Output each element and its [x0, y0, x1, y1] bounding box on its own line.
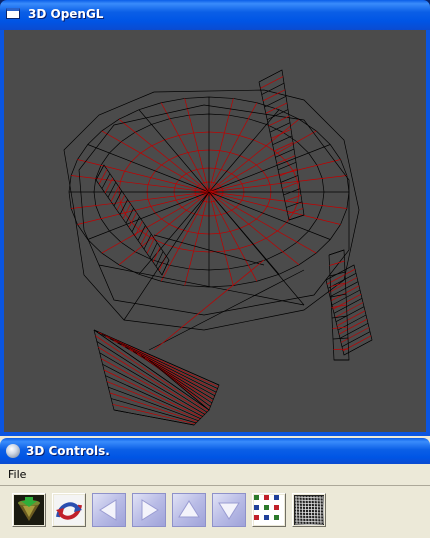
controls-title-bar[interactable]: 3D Controls.: [0, 438, 430, 464]
arrow-left-icon: [99, 499, 117, 521]
rotate-mode-button[interactable]: [52, 493, 86, 527]
move-left-button[interactable]: [92, 493, 126, 527]
rotate-mode-icon: [54, 495, 84, 525]
wireframe-button[interactable]: [292, 493, 326, 527]
move-down-button[interactable]: [212, 493, 246, 527]
controls-title: 3D Controls.: [26, 444, 110, 458]
arrow-down-icon: [218, 502, 240, 520]
title-bar[interactable]: 3D OpenGL: [0, 0, 430, 30]
render-mode-button[interactable]: [12, 493, 46, 527]
arrow-right-icon: [141, 499, 159, 521]
wireframe-grid-icon: [294, 495, 324, 525]
opengl-window: 3D OpenGL: [0, 0, 430, 436]
move-up-button[interactable]: [172, 493, 206, 527]
sphere-icon: [6, 444, 20, 458]
arrow-up-icon: [178, 500, 200, 518]
menu-separator: [0, 485, 430, 486]
window-frame-bottom: [0, 432, 430, 436]
window-frame-right: [426, 30, 430, 436]
window-title: 3D OpenGL: [28, 7, 104, 21]
render-mode-icon: [14, 495, 44, 525]
move-right-button[interactable]: [132, 493, 166, 527]
wireframe-model: [63, 69, 373, 426]
texture-checker-icon: [254, 495, 284, 525]
toolbar: [0, 487, 430, 537]
menu-bar: File: [0, 466, 430, 484]
texture-button[interactable]: [252, 493, 286, 527]
menu-file[interactable]: File: [8, 468, 26, 481]
controls-window: 3D Controls. File: [0, 438, 430, 538]
window-icon: [6, 8, 20, 19]
opengl-viewport[interactable]: [4, 30, 426, 432]
